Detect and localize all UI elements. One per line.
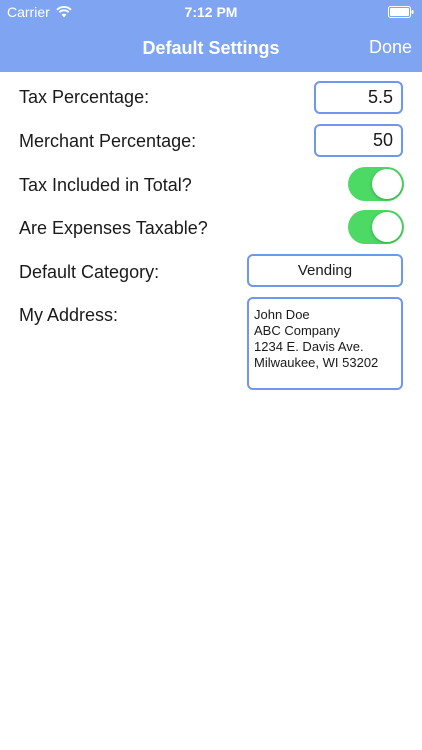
address-label: My Address: — [19, 305, 119, 325]
default-category-select[interactable]: Vending — [247, 254, 403, 287]
address-textarea[interactable]: John Doe ABC Company 1234 E. Davis Ave. … — [247, 297, 403, 390]
battery-icon — [388, 6, 414, 18]
tax-included-toggle[interactable] — [348, 167, 404, 201]
tax-percentage-label: Tax Percentage: — [19, 87, 150, 107]
toggle-knob — [372, 169, 402, 199]
default-category-label: Default Category: — [19, 262, 160, 282]
toggle-knob — [372, 212, 402, 242]
expenses-taxable-label: Are Expenses Taxable? — [19, 218, 208, 238]
merchant-percentage-label: Merchant Percentage: — [19, 131, 197, 151]
status-bar: Carrier 7:12 PM — [0, 0, 422, 24]
tax-percentage-input[interactable] — [314, 81, 403, 114]
done-button[interactable]: Done — [369, 37, 412, 58]
tax-included-label: Tax Included in Total? — [19, 175, 192, 195]
expenses-taxable-toggle[interactable] — [348, 210, 404, 244]
merchant-percentage-input[interactable] — [314, 124, 403, 157]
navigation-bar: Carrier 7:12 PM Default Settings Done — [0, 0, 422, 72]
page-title: Default Settings — [142, 38, 280, 58]
status-time: 7:12 PM — [184, 4, 238, 20]
